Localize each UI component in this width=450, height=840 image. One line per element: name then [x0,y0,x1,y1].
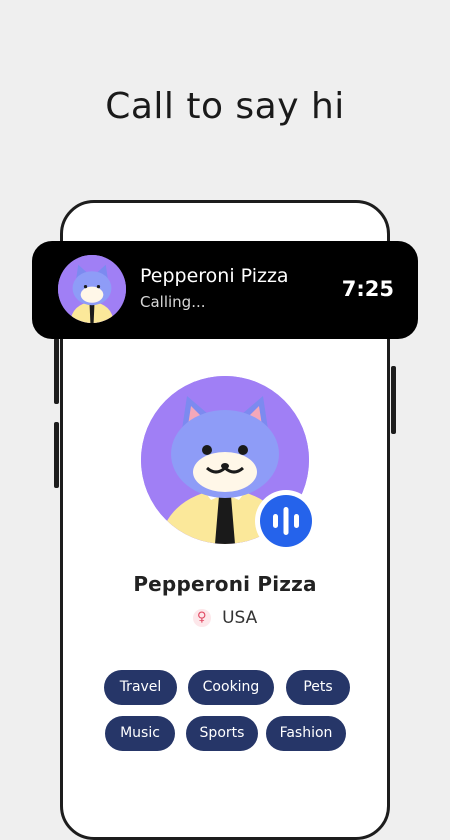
tag-music[interactable]: Music [105,716,175,751]
volume-down-button [54,422,59,488]
tag-pets[interactable]: Pets [286,670,350,705]
country-label: USA [222,608,258,628]
call-timer: 7:25 [341,277,394,301]
call-status: Calling... [140,293,206,311]
profile-location: ♀ USA [0,608,450,628]
incoming-call-bar[interactable]: Pepperoni Pizza Calling... 7:25 [32,241,418,339]
volume-up-button [54,338,59,404]
headline: Call to say hi [105,86,345,127]
female-icon: ♀ [192,609,211,627]
caller-name: Pepperoni Pizza [140,265,289,287]
power-button [391,366,396,434]
tag-fashion[interactable]: Fashion [266,716,346,751]
profile-name: Pepperoni Pizza [133,572,317,596]
tag-travel[interactable]: Travel [104,670,177,705]
tag-sports[interactable]: Sports [186,716,258,751]
cat-avatar-icon [58,255,126,323]
voice-wave-icon [260,495,312,547]
voice-call-button[interactable] [255,490,317,552]
tag-cooking[interactable]: Cooking [188,670,274,705]
